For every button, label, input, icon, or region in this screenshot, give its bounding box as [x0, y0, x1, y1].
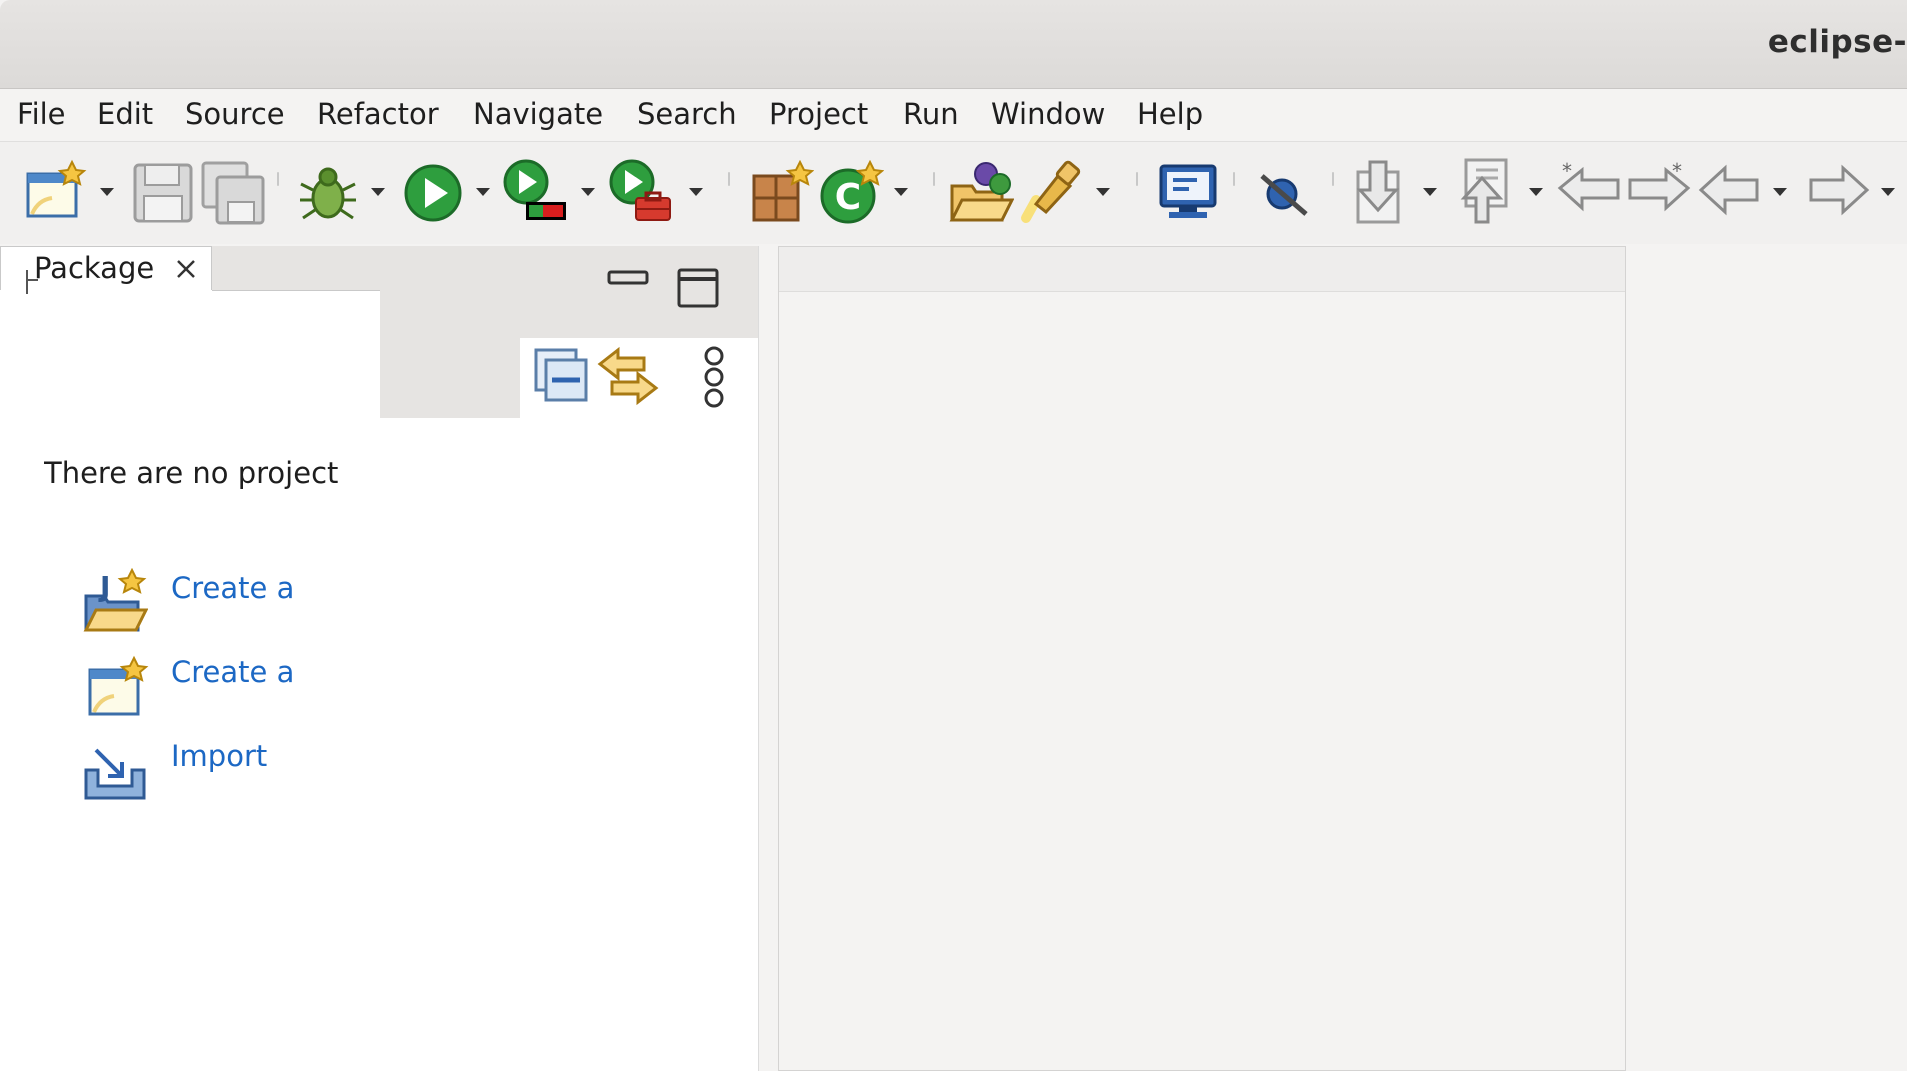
toolbar-separator [1233, 172, 1235, 186]
new-wizard-icon[interactable] [22, 158, 88, 224]
last-edit-icon[interactable]: * [1556, 158, 1622, 224]
editor-tab-strip [779, 247, 1625, 292]
new-wizard-dropdown[interactable] [99, 186, 115, 198]
toolbar-separator [728, 172, 730, 186]
menu-search[interactable]: Search [637, 97, 737, 131]
search-dropdown[interactable] [1095, 186, 1111, 198]
svg-text:J: J [98, 570, 110, 603]
new-java-package-icon[interactable] [748, 160, 814, 226]
run-icon[interactable] [400, 160, 466, 226]
coverage-dropdown[interactable] [580, 186, 596, 198]
toolbar-separator [933, 172, 935, 186]
import-link[interactable]: Import [171, 739, 267, 773]
skip-breakpoints-icon[interactable] [1252, 160, 1318, 226]
debug-icon[interactable] [295, 160, 361, 226]
create-java-project-link[interactable]: Create a [171, 571, 294, 605]
right-panel-area [1626, 246, 1907, 1071]
tab-strip-background [212, 246, 380, 291]
menu-edit[interactable]: Edit [97, 97, 153, 131]
forward-dropdown[interactable] [1880, 186, 1896, 198]
menu-window[interactable]: Window [991, 97, 1105, 131]
menu-help[interactable]: Help [1137, 97, 1203, 131]
create-project-link[interactable]: Create a [171, 655, 294, 689]
tab-package-explorer-label: Package [34, 251, 155, 285]
back-dropdown[interactable] [1772, 186, 1788, 198]
title-bar [0, 0, 1907, 89]
empty-workspace-message: There are no project [44, 456, 339, 490]
svg-text:*: * [1562, 159, 1572, 183]
coverage-icon[interactable] [502, 158, 568, 224]
svg-text:C: C [835, 177, 861, 218]
svg-text:*: * [1672, 159, 1682, 183]
view-menu-icon[interactable] [696, 344, 732, 410]
save-icon[interactable] [130, 160, 196, 226]
open-console-icon[interactable] [1155, 160, 1221, 226]
toolbar-separator [1136, 172, 1138, 186]
external-tools-dropdown[interactable] [688, 186, 704, 198]
import-icon[interactable] [82, 736, 148, 802]
debug-dropdown[interactable] [370, 186, 386, 198]
link-with-editor-icon[interactable] [596, 344, 660, 408]
menu-project[interactable]: Project [769, 97, 868, 131]
collapse-all-icon[interactable] [532, 346, 590, 404]
back-icon[interactable] [1697, 158, 1763, 224]
run-dropdown[interactable] [475, 186, 491, 198]
menu-refactor[interactable]: Refactor [317, 97, 439, 131]
maximize-icon[interactable] [676, 266, 720, 310]
forward-icon[interactable] [1805, 158, 1871, 224]
next-annotation-icon[interactable] [1346, 160, 1412, 226]
close-icon[interactable] [172, 255, 200, 283]
new-project-icon[interactable] [84, 654, 150, 720]
new-java-class-icon[interactable]: C [818, 160, 884, 226]
previous-annotation-icon[interactable] [1452, 158, 1518, 224]
view-header-background [380, 290, 520, 418]
search-icon[interactable] [1018, 160, 1084, 226]
toolbar-separator [277, 172, 279, 186]
view-sash[interactable] [758, 246, 779, 1071]
menu-file[interactable]: File [17, 97, 66, 131]
minimize-icon[interactable] [606, 266, 650, 292]
next-annotation-dropdown[interactable] [1422, 186, 1438, 198]
next-edit-icon[interactable]: * [1626, 158, 1692, 224]
open-type-icon[interactable] [948, 160, 1014, 226]
editor-area [778, 246, 1626, 1071]
external-tools-icon[interactable] [608, 158, 674, 224]
save-all-icon[interactable] [200, 160, 266, 226]
window-title: eclipse- [1767, 24, 1907, 60]
menu-run[interactable]: Run [903, 97, 959, 131]
new-class-dropdown[interactable] [893, 186, 909, 198]
menu-source[interactable]: Source [185, 97, 285, 131]
menu-navigate[interactable]: Navigate [473, 97, 603, 131]
previous-annotation-dropdown[interactable] [1528, 186, 1544, 198]
toolbar-separator [1332, 172, 1334, 186]
new-java-project-icon[interactable]: J [82, 568, 148, 634]
